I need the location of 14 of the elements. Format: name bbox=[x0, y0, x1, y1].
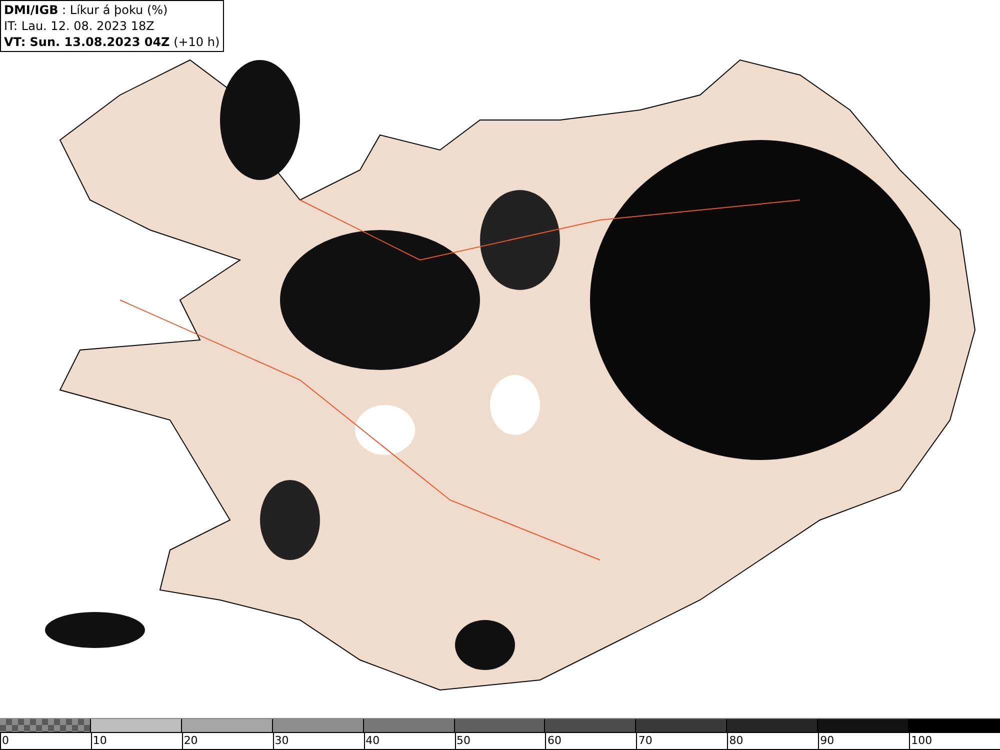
legend-label: 30 bbox=[272, 733, 289, 749]
legend-label: 50 bbox=[454, 733, 471, 749]
legend-label: 60 bbox=[545, 733, 562, 749]
valid-time: VT: Sun. 13.08.2023 04Z (+10 h) bbox=[4, 34, 220, 50]
map-title: DMI/IGB : Líkur á þoku (%) bbox=[4, 2, 169, 18]
issue-time: IT: Lau. 12. 08. 2023 18Z bbox=[4, 18, 156, 34]
legend-label: 20 bbox=[182, 733, 198, 749]
legend-label: 10 bbox=[90, 733, 107, 749]
legend-label: 0 bbox=[0, 733, 9, 749]
legend-label: 100 bbox=[909, 733, 932, 749]
legend-label: 80 bbox=[727, 733, 744, 749]
legend-label: 70 bbox=[636, 733, 652, 749]
legend-label: 40 bbox=[364, 733, 380, 749]
legend-label: 90 bbox=[818, 733, 834, 749]
